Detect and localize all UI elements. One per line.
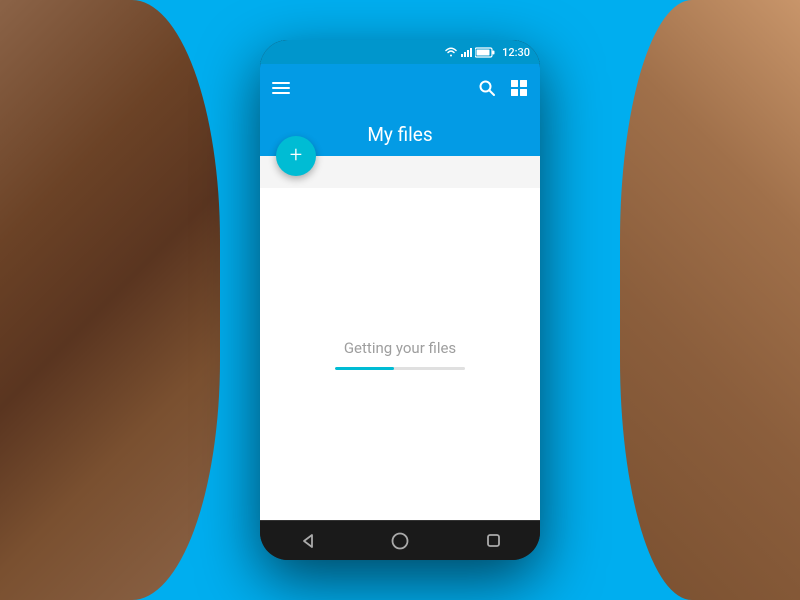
page-title: My files (367, 123, 432, 146)
battery-icon (475, 47, 495, 58)
fab-area: + (260, 156, 540, 188)
status-icons: 12:30 (444, 46, 530, 59)
search-icon (478, 79, 496, 97)
wifi-icon (444, 47, 458, 57)
signal-icon (461, 47, 472, 57)
loading-bar (335, 367, 394, 370)
recents-button[interactable] (473, 526, 513, 556)
status-bar: 12:30 (260, 40, 540, 64)
phone-device: 12:30 (260, 40, 540, 560)
hand-right-bg (620, 0, 800, 600)
fab-plus-icon: + (290, 145, 302, 167)
home-circle-icon (391, 532, 409, 550)
grid-view-button[interactable] (510, 79, 528, 97)
app-bar (260, 64, 540, 112)
home-button[interactable] (380, 526, 420, 556)
grid-view-icon (510, 79, 528, 97)
loading-bar-container (335, 367, 465, 370)
search-button[interactable] (478, 79, 496, 97)
hand-left-bg (0, 0, 220, 600)
hamburger-menu-icon[interactable] (272, 82, 290, 94)
content-area: Getting your files (260, 188, 540, 520)
status-time: 12:30 (502, 46, 530, 59)
app-bar-actions (478, 79, 528, 97)
back-button[interactable] (287, 526, 327, 556)
fab-add-button[interactable]: + (276, 136, 316, 176)
loading-text: Getting your files (344, 339, 456, 357)
back-arrow-icon (299, 533, 315, 549)
recents-square-icon (486, 533, 501, 548)
nav-bar (260, 520, 540, 560)
